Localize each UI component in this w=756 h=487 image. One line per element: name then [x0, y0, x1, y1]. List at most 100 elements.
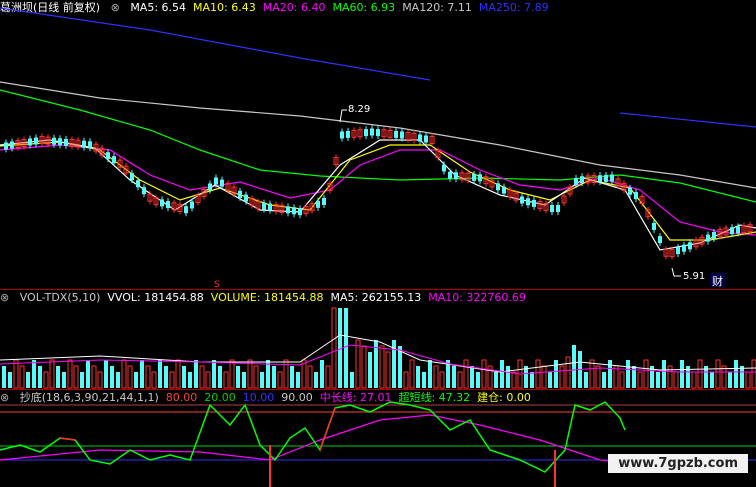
candle-body [142, 187, 146, 195]
candle-body [130, 173, 134, 181]
candle-body [526, 198, 530, 206]
candle-body [610, 174, 614, 182]
candle-body [346, 130, 350, 138]
volume-bar [320, 360, 324, 388]
candle-body [298, 208, 302, 216]
volume-bar [535, 359, 541, 389]
volume-bar [565, 356, 571, 389]
volume-bar [8, 372, 12, 388]
candle-body [58, 138, 62, 146]
volume-bar [511, 371, 517, 389]
volume-bar [589, 359, 595, 389]
volume-bar [662, 360, 666, 388]
candle-body [712, 231, 716, 239]
volume-bar [691, 371, 697, 389]
volume-bar [481, 359, 487, 389]
volume-bar [398, 346, 402, 388]
candle-body [400, 131, 404, 139]
candle-body [28, 138, 32, 146]
volume-bar [476, 372, 480, 388]
volume-bar [91, 365, 97, 389]
volume-bar [368, 352, 372, 388]
candle-body [286, 206, 290, 214]
volume-bar [13, 359, 19, 389]
volume-bar [223, 371, 229, 389]
volume-bar [307, 365, 313, 389]
candle-body [532, 199, 536, 207]
volume-bar [350, 372, 354, 388]
watermark: www.7gpzb.com [608, 454, 748, 473]
volume-bar [697, 359, 703, 389]
volume-bar [169, 371, 175, 389]
candle-body [370, 128, 374, 136]
volume-bar [247, 359, 253, 389]
volume-bar [73, 365, 79, 389]
volume-bar [416, 366, 420, 388]
volume-bar [56, 366, 60, 388]
volume-bar [134, 372, 138, 388]
candle-body [166, 201, 170, 209]
volume-bar [656, 372, 660, 388]
candle-body [730, 227, 734, 235]
volume-bar [643, 359, 649, 389]
volume-bar [680, 360, 684, 388]
low-price-arrow [671, 267, 681, 277]
volume-bar [158, 360, 162, 388]
volume-bar [745, 371, 751, 389]
volume-bar [145, 365, 151, 389]
price-chart-canvas: 8.29 5.91 S 财 [0, 7, 756, 290]
candle-body [316, 200, 320, 208]
s-marker: S [214, 280, 220, 290]
candle-body [238, 190, 242, 198]
candle-body [736, 226, 740, 234]
candle-body [52, 137, 56, 145]
candle-body [478, 174, 482, 182]
candle-body [652, 222, 656, 230]
volume-bar [205, 371, 211, 389]
ma250-line [0, 7, 431, 81]
volume-bar [403, 371, 409, 389]
volume-bar [175, 359, 181, 389]
volume-bar [584, 372, 588, 388]
candle-body [706, 234, 710, 242]
volume-bar [2, 366, 6, 388]
price-chart[interactable]: 8.29 5.91 S 财 [0, 0, 756, 290]
candle-body [454, 172, 458, 180]
volume-chart[interactable] [0, 290, 756, 390]
candle-body [64, 138, 68, 146]
volume-bar [626, 360, 630, 388]
volume-bar [602, 372, 606, 388]
candle-body [550, 205, 554, 213]
candle-body [214, 177, 218, 185]
volume-bar [728, 372, 732, 388]
volume-bar [325, 365, 331, 389]
volume-bar [199, 365, 205, 389]
candle-body [556, 205, 560, 212]
volume-bar [272, 366, 276, 388]
volume-bar [104, 360, 108, 388]
volume-bar [541, 365, 547, 389]
candle-body [442, 164, 446, 172]
candle-body [424, 135, 428, 143]
candle-body [244, 194, 248, 202]
candle-body [574, 178, 578, 185]
ma60-line [0, 89, 756, 203]
volume-bar [344, 308, 348, 388]
volume-bar [355, 339, 361, 389]
volume-bar [572, 345, 576, 388]
volume-bar [97, 371, 103, 389]
volume-bar [43, 371, 49, 389]
candle-body [262, 202, 266, 210]
volume-bar [151, 371, 157, 389]
candle-body [604, 174, 608, 182]
volume-bar [242, 372, 246, 388]
candle-body [496, 183, 500, 191]
candle-body [688, 242, 692, 250]
candle-body [160, 199, 164, 207]
volume-bar [80, 372, 84, 388]
candle-body [82, 140, 86, 148]
volume-bar [500, 360, 504, 388]
volume-bar [218, 366, 222, 388]
candle-body [472, 173, 476, 181]
volume-bar [422, 372, 426, 388]
